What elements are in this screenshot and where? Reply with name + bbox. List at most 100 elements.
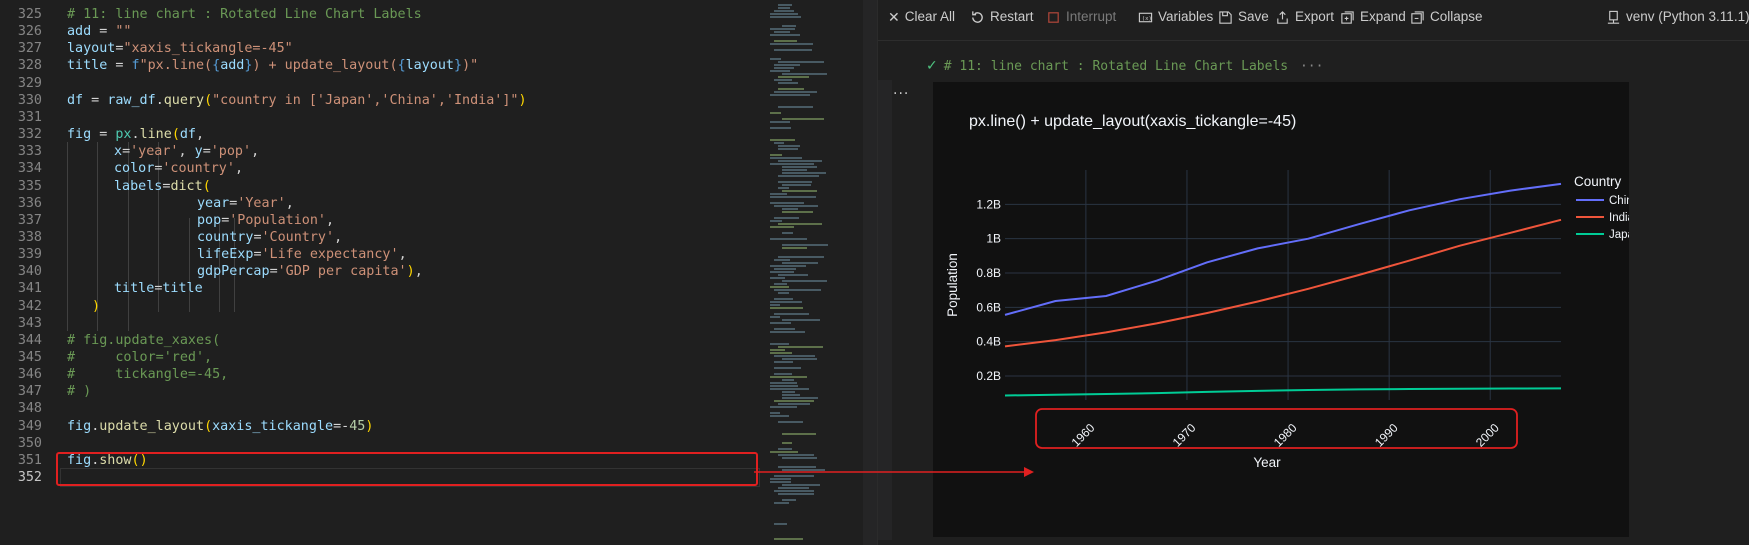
minimap-line [770,277,785,279]
cell-header[interactable]: ✓ # 11: line chart : Rotated Line Chart L… [926,58,1323,74]
code-line[interactable]: 331 [0,108,760,127]
code-line[interactable]: 332 fig = px.line(df, [0,125,760,144]
code-line[interactable]: 340 gdpPercap='GDP per capita'), [0,262,760,281]
code-line[interactable]: 330 df = raw_df.query("country in ['Japan… [0,91,760,110]
code-line[interactable]: 337 pop='Population', [0,211,760,230]
minimap-line [782,190,817,192]
line-number: 334 [17,161,42,177]
code-line[interactable]: 338 country='Country', [0,228,760,247]
minimap-line [770,412,780,414]
code-line[interactable]: 326 add = "" [0,22,760,41]
x-tick-label: 1970 [1170,421,1199,450]
code-line[interactable]: 344 # fig.update_xaxes( [0,331,760,350]
y-tick-label: 0.6B [976,300,1001,314]
line-number: 343 [17,315,42,331]
stop-icon [1048,11,1059,23]
minimap-line [778,493,814,495]
minimap-line [778,466,816,468]
minimap-line [774,502,789,504]
code-text: # ) [67,384,92,400]
code-line[interactable]: 343 [0,314,760,333]
minimap-line [774,10,794,12]
minimap-line [778,448,792,450]
code-line[interactable]: 348 [0,399,760,418]
minimap-line [778,256,824,258]
minimap-line [782,358,817,360]
minimap-line [770,202,804,204]
code-line[interactable]: 334 color='country', [0,159,760,178]
minimap-line [782,394,800,396]
minimap-line [770,265,806,267]
legend-title: Country [1574,174,1622,189]
code-text: fig = px.line(df, [67,127,205,143]
code-text: pop='Population', [197,212,335,228]
line-number: 328 [17,58,42,74]
variables-button[interactable]: (x) Variables [1138,8,1213,26]
minimap-line [774,268,796,270]
code-line[interactable]: 341 title=title [0,279,760,298]
code-line[interactable]: 329 [0,74,760,93]
legend-item-china: China [1609,195,1629,207]
code-text: fig.update_layout(xaxis_tickangle=-45) [67,418,374,434]
x-tick-label: 2000 [1473,421,1502,450]
code-line[interactable]: 342) [0,297,760,316]
y-tick-label: 0.4B [976,335,1001,349]
minimap-line [774,475,814,477]
line-number: 352 [17,470,42,486]
code-line[interactable]: 325 # 11: line chart : Rotated Line Chart… [0,5,760,24]
code-line[interactable]: 350 [0,434,760,453]
plot-output[interactable]: px.line() + update_layout(xaxis_tickangl… [933,82,1629,537]
minimap-line [778,487,809,489]
collapse-label: Collapse [1430,9,1483,24]
code-editor[interactable]: 325 # 11: line chart : Rotated Line Chart… [0,0,762,545]
save-button[interactable]: Save [1218,8,1269,26]
line-number: 349 [17,418,42,434]
minimap-line [778,346,823,348]
code-text: title=title [114,281,203,297]
code-text: x='year', y='pop', [114,144,260,160]
minimap-line [774,328,795,330]
minimap-line [770,193,787,195]
minimap[interactable] [762,0,877,545]
minimap-line [770,220,782,222]
code-line[interactable]: 347 # ) [0,382,760,401]
export-button[interactable]: Export [1275,8,1334,26]
interrupt-button[interactable]: Interrupt [1046,8,1116,26]
minimap-line [774,313,809,315]
restart-label: Restart [990,9,1034,24]
save-icon [1219,10,1232,24]
kernel-picker[interactable]: venv (Python 3.11.1) [1606,8,1749,26]
code-line[interactable]: 345 # color='red', [0,348,760,367]
clear-all-button[interactable]: ✕ Clear All [888,8,955,26]
more-actions-icon[interactable]: ··· [893,86,909,102]
clear-all-label: Clear All [904,9,956,24]
expand-button[interactable]: Expand [1340,8,1406,26]
minimap-line [770,226,794,228]
code-text: add = "" [67,24,132,40]
line-number: 326 [17,24,42,40]
minimap-line [770,43,813,45]
line-number: 340 [17,264,42,280]
minimap-line [770,196,816,198]
collapse-button[interactable]: Collapse [1410,8,1483,26]
line-number: 346 [17,367,42,383]
code-line[interactable]: 333 x='year', y='pop', [0,142,760,161]
minimap-line [770,382,797,384]
editor-scrollbar[interactable] [863,0,877,545]
code-line[interactable]: 335 labels=dict( [0,177,760,196]
code-line[interactable]: 328 title = f"px.line({add}) + update_lay… [0,56,760,75]
minimap-line [778,145,800,147]
code-line[interactable]: 336 year='Year', [0,194,760,213]
code-line[interactable]: 339 lifeExp='Life expectancy', [0,245,760,264]
code-line[interactable]: 327 layout="xaxis_tickangle=-45" [0,39,760,58]
close-icon: ✕ [888,9,900,25]
code-line[interactable]: 349 fig.update_layout(xaxis_tickangle=-45… [0,417,760,436]
restart-button[interactable]: Restart [970,8,1034,26]
line-number: 347 [17,384,42,400]
code-line[interactable]: 346 # tickangle=-45, [0,365,760,384]
y-tick-label: 0.2B [976,369,1001,383]
series-line-japan [1004,387,1562,397]
minimap-line [778,106,813,108]
save-label: Save [1238,9,1269,24]
minimap-line [770,286,789,288]
